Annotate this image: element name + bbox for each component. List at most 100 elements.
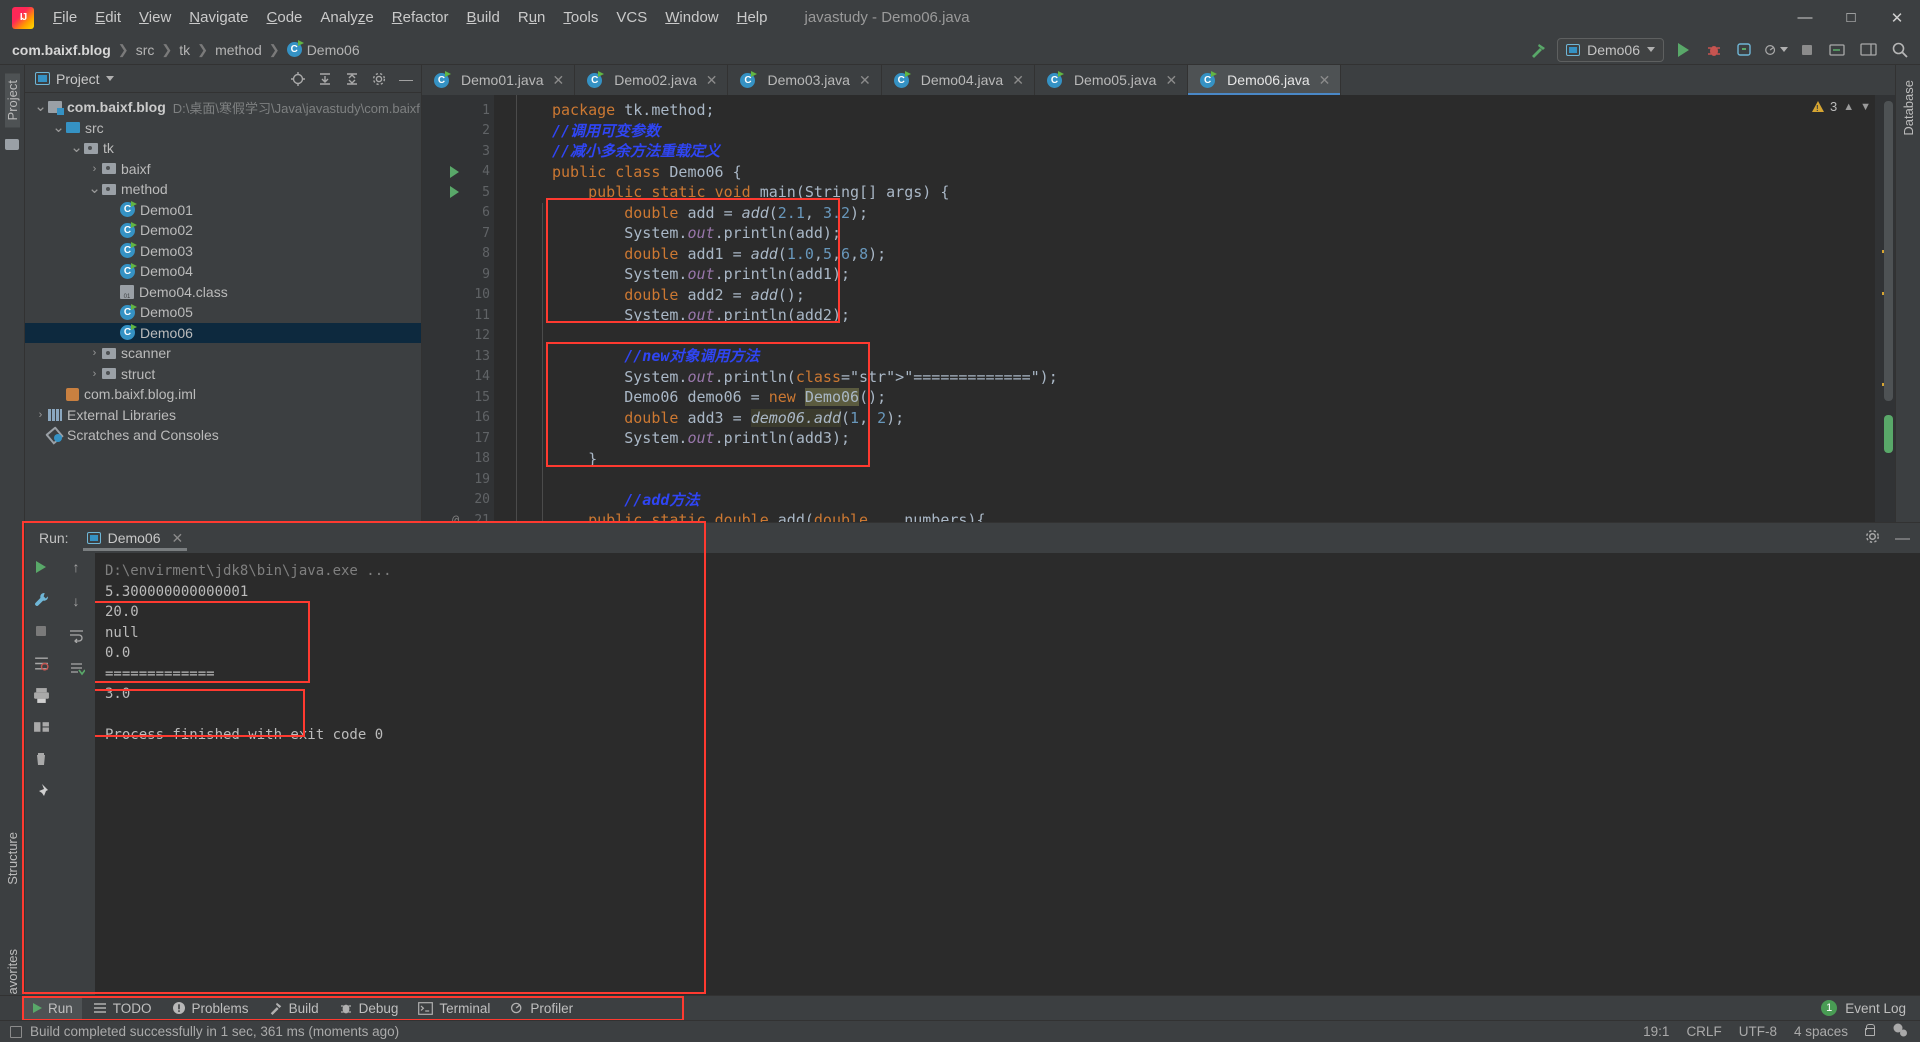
menu-run[interactable]: Run (509, 5, 555, 30)
console-output[interactable]: D:\envirment\jdk8\bin\java.exe ... 5.3000… (95, 553, 1920, 995)
wrench-icon[interactable] (31, 589, 51, 609)
menu-edit[interactable]: Edit (86, 5, 130, 30)
tree-node-scratches-and-consoles[interactable]: Scratches and Consoles (25, 425, 421, 446)
editor-tab-demo03[interactable]: Demo03.java ✕ (728, 65, 882, 95)
editor-tab-demo06[interactable]: Demo06.java ✕ (1188, 65, 1342, 95)
run-tab-demo06[interactable]: Demo06 ✕ (79, 530, 192, 551)
run-gutter-icon[interactable] (450, 165, 459, 178)
tree-node-demo01[interactable]: Demo01 (25, 200, 421, 221)
tree-node-scanner[interactable]: › scanner (25, 343, 421, 364)
gutter-line-9[interactable]: 9 (422, 264, 494, 285)
chevron-down-icon[interactable]: ▼ (1860, 101, 1871, 113)
chevron-right-icon[interactable]: › (87, 163, 102, 175)
gutter-line-5[interactable]: 5 (422, 182, 508, 203)
rail-item-project[interactable]: Project (4, 73, 20, 128)
bottom-tab-problems[interactable]: Problems (163, 998, 258, 1019)
menu-help[interactable]: Help (728, 5, 777, 30)
gutter-line-15[interactable]: 15 (422, 387, 494, 408)
inspection-widget[interactable]: 3 ▲ ▼ (1811, 99, 1871, 114)
chevron-right-icon[interactable]: › (87, 347, 102, 359)
gutter-line-18[interactable]: 18 (422, 449, 508, 470)
close-button[interactable]: ✕ (1874, 0, 1920, 35)
profile-icon[interactable] (1764, 38, 1788, 62)
expand-all-icon[interactable] (316, 70, 334, 88)
maximize-button[interactable]: □ (1828, 0, 1874, 35)
code-line-17[interactable]: System.out.println(add3); (494, 428, 1875, 449)
gutter-line-8[interactable]: 8 (422, 244, 494, 265)
debug-icon[interactable] (1702, 38, 1726, 62)
layout-icon[interactable] (1857, 38, 1881, 62)
tree-node-demo05[interactable]: Demo05 (25, 302, 421, 323)
code-line-4[interactable]: public class Demo06 { (494, 162, 1875, 183)
indent-setting[interactable]: 4 spaces (1794, 1024, 1848, 1039)
print-icon[interactable] (31, 685, 51, 705)
breadcrumb-item-project[interactable]: com.baixf.blog (12, 42, 111, 58)
breadcrumb-item-src[interactable]: src (136, 42, 155, 58)
line-separator[interactable]: CRLF (1686, 1024, 1721, 1039)
code-line-18[interactable]: } (494, 449, 1875, 470)
lock-icon[interactable] (1865, 1023, 1875, 1036)
bottom-tab-profiler[interactable]: Profiler (501, 998, 582, 1019)
code-line-5[interactable]: public static void main(String[] args) { (494, 182, 1875, 203)
code-line-6[interactable]: double add = add(2.1, 3.2); (494, 203, 1875, 224)
code-line-1[interactable]: package tk.method; (494, 100, 1875, 121)
chevron-right-icon[interactable]: › (33, 409, 48, 421)
gutter-line-10[interactable]: 10 (422, 285, 494, 306)
tree-node-tk[interactable]: ⌄ tk (25, 138, 421, 159)
layout-icon[interactable] (31, 717, 51, 737)
tree-node-demo04-class[interactable]: Demo04.class (25, 282, 421, 303)
settings-icon[interactable] (370, 70, 388, 88)
gutter-line-13[interactable]: 13 (422, 346, 494, 367)
menu-window[interactable]: Window (656, 5, 727, 30)
tree-node-struct[interactable]: › struct (25, 364, 421, 385)
code-line-3[interactable]: //减小多余方法重载定义 (494, 141, 1875, 162)
close-icon[interactable]: ✕ (553, 72, 565, 89)
settings-gear-icon[interactable] (1864, 528, 1881, 549)
close-icon[interactable]: ✕ (859, 72, 871, 89)
locate-icon[interactable] (289, 70, 307, 88)
gutter-line-20[interactable]: 20 (422, 490, 494, 511)
breadcrumb-item-tk[interactable]: tk (179, 42, 190, 58)
run-gutter-icon[interactable] (450, 186, 459, 199)
code-line-2[interactable]: //调用可变参数 (494, 121, 1875, 142)
up-arrow-icon[interactable]: ↑ (66, 557, 86, 577)
search-icon[interactable] (1888, 38, 1912, 62)
gutter-line-11[interactable]: 11 (422, 305, 494, 326)
minimize-icon[interactable]: — (1895, 530, 1910, 547)
git-update-icon[interactable] (1826, 38, 1850, 62)
pin-icon[interactable] (31, 781, 51, 801)
tree-node-demo03[interactable]: Demo03 (25, 241, 421, 262)
gutter-line-6[interactable]: 6 (422, 203, 494, 224)
rerun-icon[interactable] (31, 557, 51, 577)
code-line-12[interactable] (494, 326, 1875, 347)
hammer-icon[interactable] (1526, 38, 1550, 62)
menu-navigate[interactable]: Navigate (180, 5, 257, 30)
restore-layout-icon[interactable] (31, 653, 51, 673)
tree-node-demo06[interactable]: Demo06 (25, 322, 421, 343)
gutter-line-16[interactable]: 16 (422, 408, 494, 429)
menu-vcs[interactable]: VCS (607, 5, 656, 30)
tree-node-src[interactable]: ⌄ src (25, 118, 421, 139)
minimize-button[interactable]: — (1782, 0, 1828, 35)
stop-icon[interactable] (1795, 38, 1819, 62)
tree-node-com-baixf-blog[interactable]: ⌄ com.baixf.blog D:\桌面\寒假学习\Java\javastudy… (25, 97, 421, 118)
chevron-down-icon[interactable] (105, 76, 114, 81)
hide-icon[interactable]: — (397, 70, 415, 88)
gutter-line-19[interactable]: 19 (422, 469, 494, 490)
gutter-line-14[interactable]: 14 (422, 367, 494, 388)
menu-code[interactable]: Code (258, 5, 312, 30)
chevron-right-icon[interactable]: › (87, 368, 102, 380)
code-line-10[interactable]: double add2 = add(); (494, 285, 1875, 306)
code-line-8[interactable]: double add1 = add(1.0,5,6,8); (494, 244, 1875, 265)
chevron-down-icon[interactable]: ⌄ (33, 99, 48, 114)
code-line-15[interactable]: Demo06 demo06 = new Demo06(); (494, 387, 1875, 408)
breadcrumb-item-demo06[interactable]: Demo06 (286, 40, 360, 58)
breadcrumb-item-method[interactable]: method (215, 42, 262, 58)
code-line-19[interactable] (494, 469, 1875, 490)
editor-tab-demo01[interactable]: Demo01.java ✕ (422, 65, 576, 95)
run-icon[interactable] (1671, 38, 1695, 62)
rail-item-database[interactable]: Database (1901, 73, 1916, 143)
gutter-line-4[interactable]: 4 (422, 162, 494, 183)
code-line-14[interactable]: System.out.println(class="str">"========… (494, 367, 1875, 388)
code-line-7[interactable]: System.out.println(add); (494, 223, 1875, 244)
